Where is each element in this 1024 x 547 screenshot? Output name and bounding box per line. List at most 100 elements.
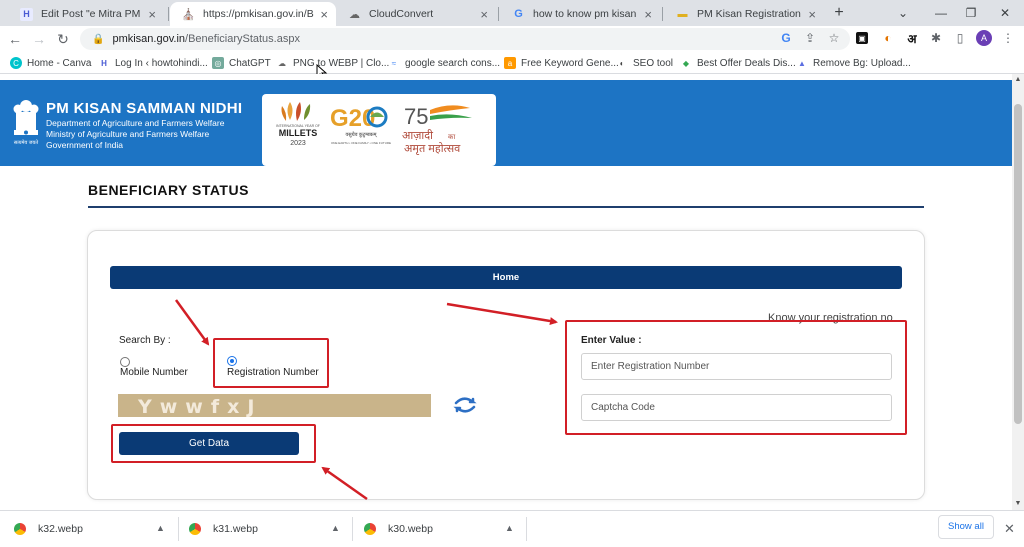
lock-icon: 🔒 bbox=[92, 33, 105, 45]
tab-edit-post[interactable]: H Edit Post "e Mitra PM Kisan S × bbox=[8, 2, 164, 26]
extension-icon[interactable]: ▣ bbox=[856, 32, 868, 44]
search-console-icon: ≈ bbox=[391, 58, 397, 68]
tab-google-search[interactable]: G how to know pm kisan registr × bbox=[500, 2, 660, 26]
close-window-button[interactable]: ✕ bbox=[990, 0, 1020, 26]
wordpress-h-icon: H bbox=[20, 7, 33, 21]
download-filename: k30.webp bbox=[388, 523, 433, 535]
close-tab-icon[interactable]: × bbox=[320, 7, 328, 22]
tab-pm-kisan-registration[interactable]: ▬ PM Kisan Registration 2023 × bbox=[664, 2, 824, 26]
bookmark-remove-bg[interactable]: ▲ Remove Bg: Upload... bbox=[796, 55, 911, 71]
tab-title: https://pmkisan.gov.in/Benef bbox=[203, 8, 314, 20]
tab-search-button[interactable]: ⌄ bbox=[888, 0, 918, 26]
bookmark-label: Remove Bg: Upload... bbox=[813, 57, 911, 69]
bookmark-star-icon[interactable]: ☆ bbox=[826, 30, 842, 46]
close-tab-icon[interactable]: × bbox=[148, 7, 156, 22]
tab-title: CloudConvert bbox=[369, 8, 434, 20]
bookmark-search-console[interactable]: ≈ google search cons... bbox=[388, 55, 500, 71]
bookmark-png-to-webp[interactable]: ☁ PNG to WEBP | Clo... bbox=[276, 55, 389, 71]
url-host: pmkisan.gov.in bbox=[112, 33, 186, 45]
chrome-icon bbox=[364, 523, 376, 535]
arrow-to-get-data bbox=[321, 466, 368, 501]
bookmark-label: google search cons... bbox=[405, 57, 501, 69]
cloud-icon: ☁ bbox=[278, 58, 286, 68]
bookmark-label: Best Offer Deals Dis... bbox=[697, 57, 796, 69]
cloud-icon: ☁ bbox=[349, 8, 360, 21]
download-filename: k32.webp bbox=[38, 523, 83, 535]
scroll-down-icon[interactable]: ▼ bbox=[1012, 498, 1024, 510]
remove-bg-icon: ▲ bbox=[798, 58, 806, 68]
download-item[interactable]: k32.webp bbox=[14, 511, 83, 547]
tab-title: Edit Post "e Mitra PM Kisan S bbox=[41, 8, 142, 20]
tab-separator bbox=[498, 7, 499, 21]
minimize-button[interactable]: — bbox=[926, 0, 956, 26]
bookmark-label: Home - Canva bbox=[27, 57, 92, 69]
bookmark-chatgpt[interactable]: ◎ ChatGPT bbox=[212, 55, 271, 71]
chrome-icon bbox=[14, 523, 26, 535]
globe-icon: ◐ bbox=[619, 58, 625, 68]
bookmark-label: ChatGPT bbox=[229, 57, 271, 69]
url-path: /BeneficiaryStatus.aspx bbox=[185, 33, 300, 45]
chevron-up-icon[interactable]: ▲ bbox=[331, 523, 340, 533]
page-content: सत्यमेव जयते PM KISAN SAMMAN NIDHI Depar… bbox=[0, 74, 1012, 510]
tab-cloudconvert[interactable]: ☁ CloudConvert × bbox=[336, 2, 496, 26]
google-icon: G bbox=[514, 8, 523, 20]
extension-icon[interactable]: ◐ bbox=[880, 30, 896, 46]
bookmark-label: Free Keyword Gene... bbox=[521, 57, 619, 69]
tab-separator bbox=[168, 7, 169, 21]
chatgpt-icon: ◎ bbox=[212, 57, 224, 69]
google-lens-icon[interactable]: G bbox=[778, 30, 794, 46]
close-tab-icon[interactable]: × bbox=[808, 7, 816, 22]
bookmark-howtohindi[interactable]: H Log In ‹ howtohindi... bbox=[98, 55, 208, 71]
chevron-up-icon[interactable]: ▲ bbox=[156, 523, 165, 533]
bookmark-seo-tool[interactable]: ◐ SEO tool bbox=[616, 55, 673, 71]
scrollbar-thumb[interactable] bbox=[1014, 104, 1022, 424]
download-separator bbox=[178, 517, 179, 541]
new-tab-button[interactable]: + bbox=[824, 0, 854, 26]
share-icon[interactable]: ⇪ bbox=[802, 30, 818, 46]
forward-icon[interactable]: → bbox=[30, 30, 48, 48]
close-download-shelf-icon[interactable]: ✕ bbox=[1004, 521, 1015, 537]
bookmark-keyword-generator[interactable]: a Free Keyword Gene... bbox=[504, 55, 619, 71]
profile-avatar[interactable]: A bbox=[976, 30, 992, 46]
close-tab-icon[interactable]: × bbox=[480, 7, 488, 22]
close-tab-icon[interactable]: × bbox=[644, 7, 652, 22]
deals-icon: ◆ bbox=[682, 58, 690, 68]
canva-icon: C bbox=[10, 57, 22, 69]
tab-pmkisan[interactable]: ⛪ https://pmkisan.gov.in/Benef × bbox=[170, 2, 336, 26]
site-icon: ▬ bbox=[677, 8, 688, 20]
arrow-to-registration-radio bbox=[174, 299, 210, 346]
bookmark-label: SEO tool bbox=[633, 57, 674, 69]
download-separator bbox=[352, 517, 353, 541]
browser-toolbar: ← → ↻ 🔒 pmkisan.gov.in/BeneficiaryStatus… bbox=[0, 26, 1024, 52]
download-filename: k31.webp bbox=[213, 523, 258, 535]
back-icon[interactable]: ← bbox=[6, 30, 24, 48]
scroll-up-icon[interactable]: ▲ bbox=[1012, 74, 1024, 86]
chrome-icon bbox=[189, 523, 201, 535]
arrow-to-enter-value bbox=[446, 302, 558, 325]
hindi-extension-icon[interactable]: अ bbox=[904, 30, 920, 46]
menu-dots-icon[interactable]: ⋮ bbox=[1000, 30, 1016, 46]
download-item[interactable]: k31.webp bbox=[189, 511, 258, 547]
page-scrollbar[interactable]: ▲ ▼ bbox=[1012, 74, 1024, 510]
bookmark-best-offer[interactable]: ◆ Best Offer Deals Dis... bbox=[680, 55, 796, 71]
emblem-icon: ⛪ bbox=[181, 8, 196, 21]
tab-title: PM Kisan Registration 2023 bbox=[697, 8, 802, 20]
tab-strip: H Edit Post "e Mitra PM Kisan S × ⛪ http… bbox=[0, 0, 1024, 26]
download-item[interactable]: k30.webp bbox=[364, 511, 433, 547]
annotation-arrows bbox=[174, 299, 558, 501]
download-separator bbox=[526, 517, 527, 541]
download-shelf: k32.webp ▲ k31.webp ▲ k30.webp ▲ Show al… bbox=[0, 510, 1024, 546]
reload-icon[interactable]: ↻ bbox=[54, 30, 72, 48]
tab-separator bbox=[662, 7, 663, 21]
bookmark-label: PNG to WEBP | Clo... bbox=[293, 57, 390, 69]
side-panel-icon[interactable]: ▯ bbox=[952, 30, 968, 46]
address-bar[interactable]: 🔒 pmkisan.gov.in/BeneficiaryStatus.aspx bbox=[80, 28, 850, 50]
tab-title: how to know pm kisan registr bbox=[533, 8, 638, 20]
bookmark-canva[interactable]: C Home - Canva bbox=[10, 55, 91, 71]
extensions-puzzle-icon[interactable]: ✱ bbox=[928, 30, 944, 46]
chevron-up-icon[interactable]: ▲ bbox=[505, 523, 514, 533]
show-all-button[interactable]: Show all bbox=[938, 515, 994, 539]
wordpress-h-icon: H bbox=[101, 58, 107, 68]
bookmarks-bar: C Home - Canva H Log In ‹ howtohindi... ◎ C… bbox=[0, 52, 1024, 80]
restore-button[interactable]: ❐ bbox=[956, 0, 986, 26]
